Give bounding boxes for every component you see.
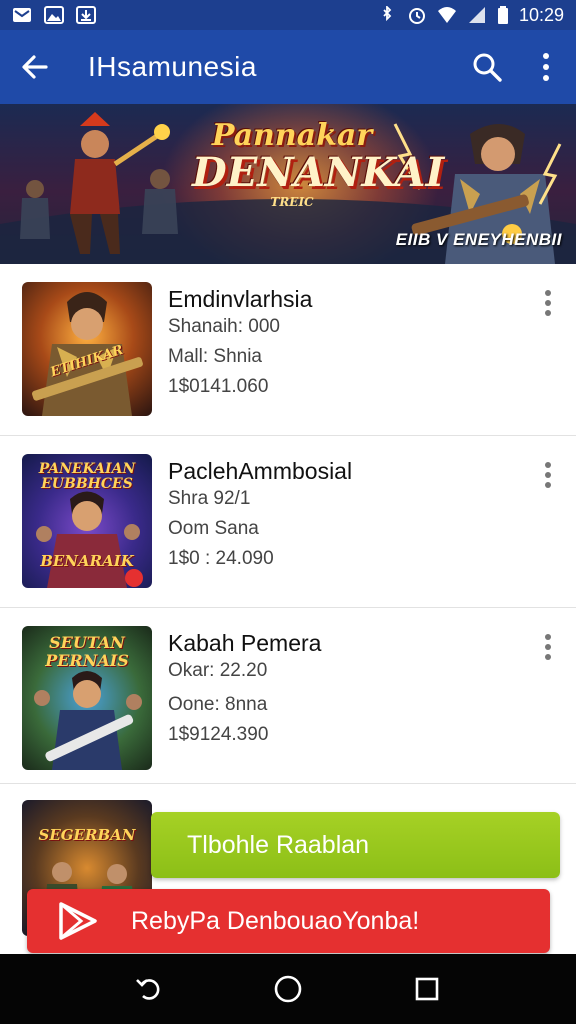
game-title: Emdinvlarhsia <box>168 286 313 312</box>
notification-icons <box>12 6 96 24</box>
game-price: 1$0141.060 <box>168 376 269 397</box>
install-button[interactable]: Tlbohle Raablan <box>151 812 560 878</box>
banner-title: Pannakar DENANKAI TREIC <box>192 118 445 209</box>
system-nav-bar <box>0 954 576 1024</box>
app-bar: IHsamunesia <box>0 30 576 104</box>
promo-banner[interactable]: Pannakar DENANKAI TREIC EIIB V ENEYHENBI… <box>0 104 576 264</box>
game-price: 1$9124.390 <box>168 724 269 745</box>
game-detail-1: Shanaih: 000 <box>168 316 280 337</box>
more-vertical-icon <box>545 462 551 488</box>
thumbnail-caption-bottom: BENARAIK <box>40 552 134 570</box>
nav-home-button[interactable] <box>268 969 308 1009</box>
more-vertical-icon <box>543 53 549 81</box>
game-detail-2: Oom Sana <box>168 518 259 539</box>
game-thumbnail[interactable]: SEUTAN PERNAIS <box>22 626 152 770</box>
promo-cta-label: RebyPa DenbouaoYonba! <box>131 906 420 935</box>
bluetooth-icon <box>377 4 397 24</box>
game-thumbnail[interactable]: PANEKAIAN EUBBHCES BENARAIK <box>22 454 152 588</box>
promo-cta-button[interactable]: RebyPa DenbouaoYonba! <box>27 889 550 953</box>
search-icon <box>473 53 502 82</box>
alarm-icon <box>407 6 427 24</box>
arrow-left-icon <box>22 55 48 79</box>
banner-title-line2: DENANKAI <box>192 148 445 196</box>
install-button-label: Tlbohle Raablan <box>187 830 370 859</box>
item-more-button[interactable] <box>536 286 560 320</box>
game-detail-2: Oone: 8nna <box>168 694 268 715</box>
email-icon <box>12 6 32 24</box>
thumbnail-caption-top: PANEKAIAN EUBBHCES <box>38 461 136 493</box>
image-icon <box>44 6 64 24</box>
thumbnail-caption: SEGERBAN <box>38 826 136 844</box>
back-button[interactable] <box>0 30 70 104</box>
list-item[interactable]: SEUTAN PERNAIS Kabah Pemera Okar: 22.20 … <box>0 608 576 784</box>
nav-home-icon <box>274 975 302 1003</box>
banner-title-line1: Pannakar <box>211 118 373 153</box>
download-icon <box>76 6 96 24</box>
signal-icon <box>467 6 487 24</box>
page-title: IHsamunesia <box>88 51 257 82</box>
battery-icon <box>497 6 509 24</box>
game-title: Kabah Pemera <box>168 630 322 656</box>
game-title: PaclehAmmbosial <box>168 458 353 484</box>
game-detail-1: Shra 92/1 <box>168 488 251 509</box>
list-item[interactable]: PANEKAIAN EUBBHCES BENARAIK PaclehAmmbos… <box>0 436 576 608</box>
wifi-icon <box>437 6 457 24</box>
nav-back-button[interactable] <box>129 969 169 1009</box>
search-button[interactable] <box>458 30 516 104</box>
status-time: 10:29 <box>518 4 564 25</box>
system-icons: 10:29 <box>377 5 564 26</box>
banner-title-line3: TREIC <box>270 194 314 209</box>
banner-caption: EIIB V ENEYHENBII <box>395 230 562 249</box>
more-vertical-icon <box>545 634 551 660</box>
item-more-button[interactable] <box>536 630 560 664</box>
game-detail-1: Okar: 22.20 <box>168 660 268 681</box>
nav-back-icon <box>136 979 160 1000</box>
overflow-menu-button[interactable] <box>516 30 576 104</box>
game-price: 1$0 : 24.090 <box>168 548 274 569</box>
game-detail-2: Mall: Shnia <box>168 346 262 367</box>
nav-recents-icon <box>415 977 438 1001</box>
status-bar: 10:29 <box>0 0 576 30</box>
nav-recents-button[interactable] <box>407 969 447 1009</box>
more-vertical-icon <box>545 290 551 316</box>
thumbnail-caption: SEUTAN PERNAIS <box>45 633 129 670</box>
item-more-button[interactable] <box>536 458 560 492</box>
game-thumbnail[interactable]: ETIHIKAR <box>22 282 152 416</box>
list-item[interactable]: ETIHIKAR Emdinvlarhsia Shanaih: 000 Mall… <box>0 264 576 436</box>
play-promo-icon <box>59 902 97 940</box>
